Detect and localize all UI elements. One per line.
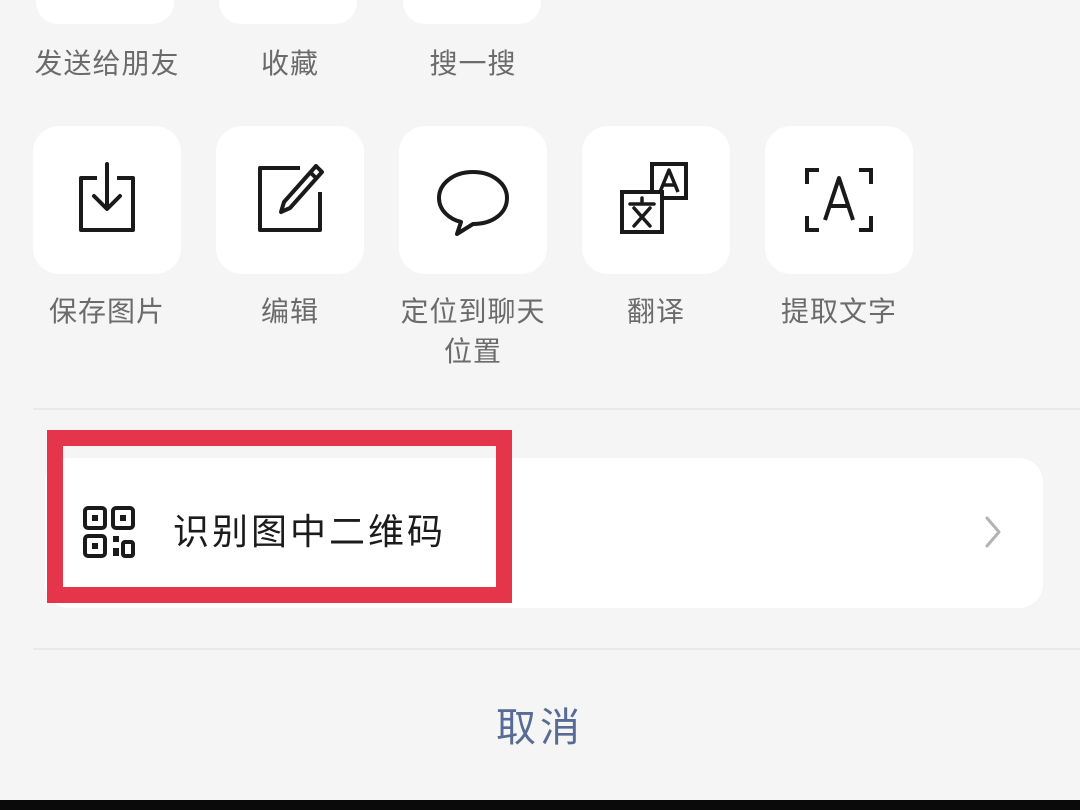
translate-icon <box>620 162 688 234</box>
action-sheet: 发送给朋友 收藏 搜一搜 保存图片 编辑 定位到聊天 位置 翻译 提取文字 识别… <box>0 0 1080 810</box>
save-image-button[interactable] <box>33 126 181 274</box>
scan-qr-code-row[interactable]: 识别图中二维码 <box>45 458 1043 608</box>
bottom-edge <box>0 800 1080 810</box>
scan-qr-code-label: 识别图中二维码 <box>173 512 447 553</box>
divider <box>33 648 1080 650</box>
translate-label: 翻译 <box>626 295 685 328</box>
edit-button[interactable] <box>216 126 364 274</box>
locate-in-chat-button[interactable] <box>399 126 547 274</box>
save-image-label: 保存图片 <box>48 295 165 328</box>
chat-bubble-icon <box>437 170 509 236</box>
chevron-right-icon <box>985 516 1001 548</box>
send-to-friend-label: 发送给朋友 <box>34 47 180 80</box>
translate-button[interactable] <box>582 126 730 274</box>
save-image-icon <box>79 162 135 232</box>
edit-label: 编辑 <box>260 295 319 328</box>
extract-text-button[interactable] <box>765 126 913 274</box>
favorite-tile[interactable] <box>219 0 357 24</box>
search-label: 搜一搜 <box>429 47 517 80</box>
send-to-friend-tile[interactable] <box>36 0 174 24</box>
locate-in-chat-label-line2: 位置 <box>443 335 502 368</box>
cancel-button[interactable]: 取消 <box>440 700 640 760</box>
divider <box>33 408 1080 410</box>
extract-text-icon <box>805 168 873 232</box>
locate-in-chat-label-line1: 定位到聊天 <box>400 295 546 328</box>
favorite-label: 收藏 <box>260 47 319 80</box>
extract-text-label: 提取文字 <box>780 295 897 328</box>
qr-code-icon <box>83 506 135 558</box>
edit-icon <box>258 164 324 232</box>
search-tile[interactable] <box>403 0 541 24</box>
